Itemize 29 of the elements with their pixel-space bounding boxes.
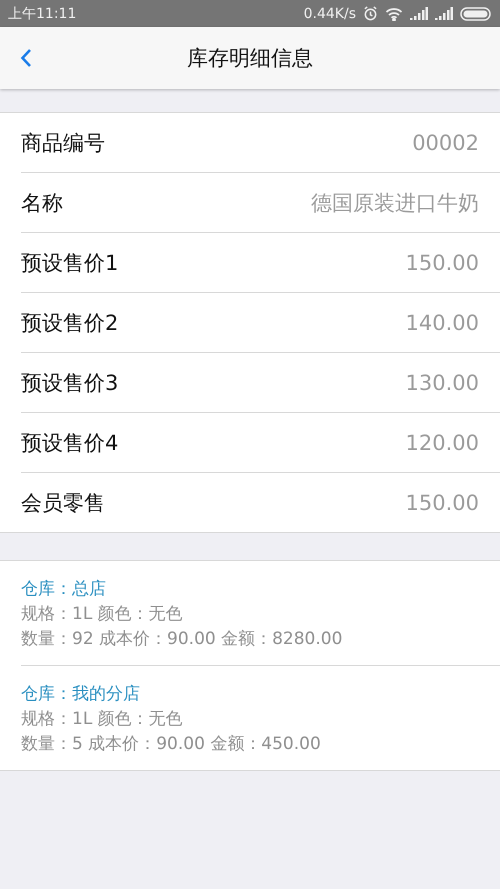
signal-icon xyxy=(435,7,453,20)
status-time: 上午11:11 xyxy=(8,4,76,22)
field-label: 会员零售 xyxy=(21,490,105,516)
alarm-clock-icon xyxy=(363,6,378,21)
stock-summary: 数量：5 成本价：90.00 金额：450.00 xyxy=(21,734,321,754)
field-value: 00002 xyxy=(412,130,479,154)
warehouse-name: 仓库：总店 xyxy=(21,579,106,599)
field-label: 名称 xyxy=(21,190,63,216)
chevron-left-icon xyxy=(20,48,32,68)
field-value: 140.00 xyxy=(406,310,479,334)
stock-summary: 数量：92 成本价：90.00 金额：8280.00 xyxy=(21,629,342,649)
field-value: 130.00 xyxy=(406,370,479,394)
field-label: 预设售价1 xyxy=(21,250,118,276)
field-label: 预设售价2 xyxy=(21,310,118,336)
page-title: 库存明细信息 xyxy=(187,46,313,70)
signal-icon xyxy=(410,7,428,20)
field-value: 150.00 xyxy=(406,250,479,274)
network-speed: 0.44K/s xyxy=(304,6,356,22)
field-label: 商品编号 xyxy=(21,130,105,156)
spec-text: 规格：1L 颜色：无色 xyxy=(21,709,183,729)
battery-icon xyxy=(460,6,492,20)
field-label: 预设售价4 xyxy=(21,430,118,456)
wifi-icon xyxy=(385,6,403,20)
field-value: 120.00 xyxy=(406,430,479,454)
field-value: 德国原装进口牛奶 xyxy=(311,190,479,216)
field-value: 150.00 xyxy=(406,490,479,514)
warehouse-name: 仓库：我的分店 xyxy=(21,684,140,704)
field-label: 预设售价3 xyxy=(21,370,118,396)
spec-text: 规格：1L 颜色：无色 xyxy=(21,604,183,624)
